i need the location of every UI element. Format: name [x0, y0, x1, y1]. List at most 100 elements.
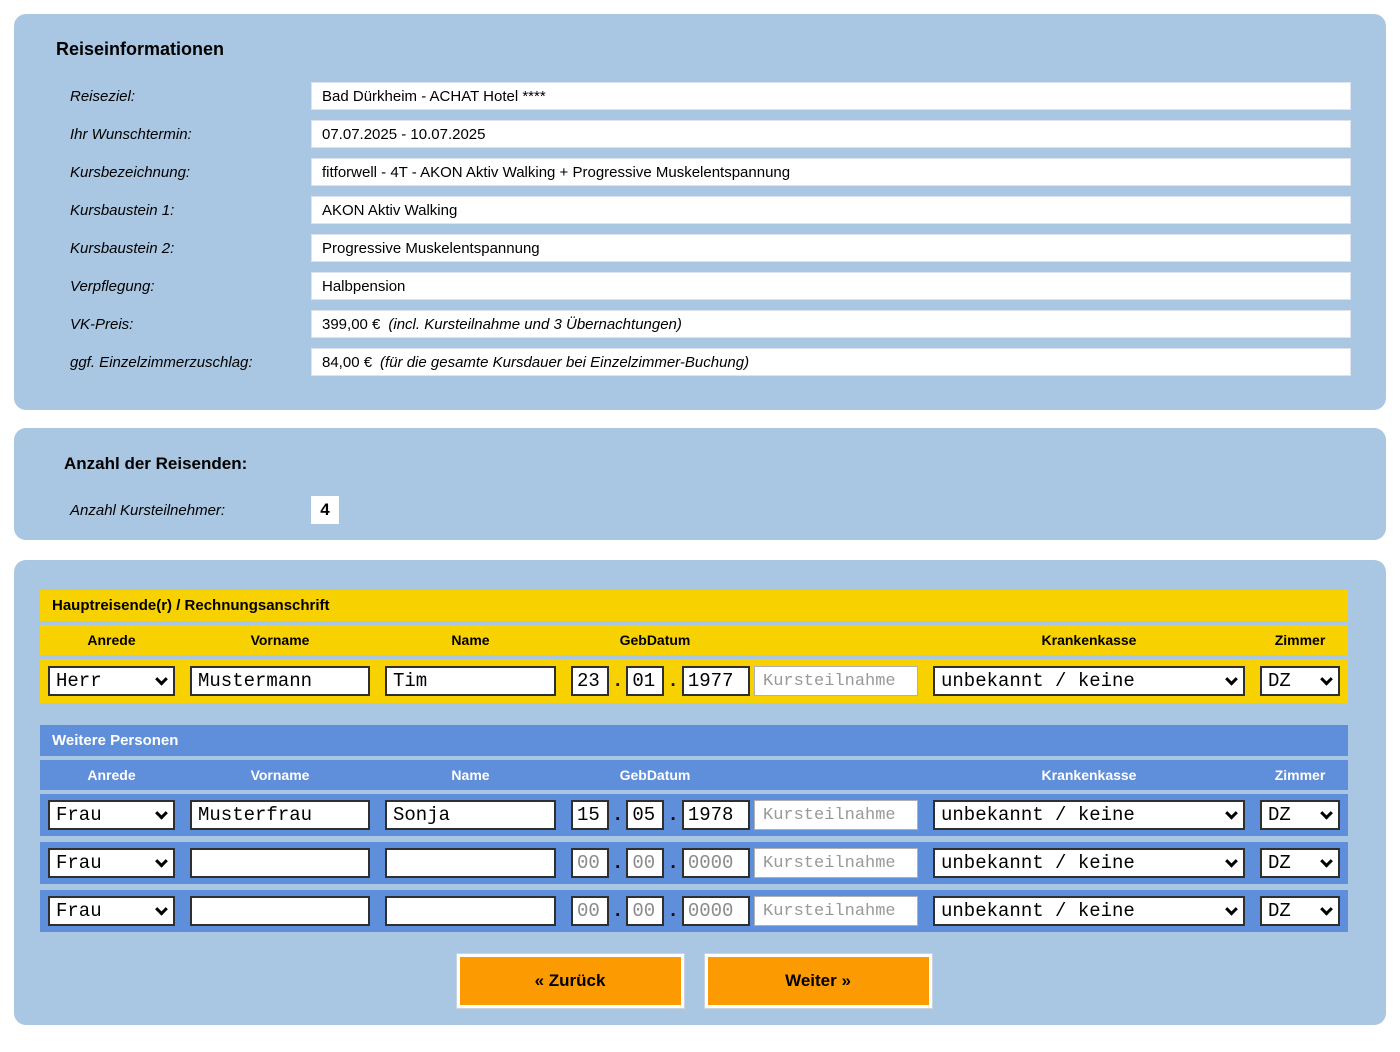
main-traveler-header-row: Anrede Vorname Name GebDatum Krankenkass… [40, 625, 1348, 655]
date-separator: . [667, 852, 678, 874]
kursteilnahme-input[interactable] [754, 800, 918, 830]
col-header-krankenkasse: Krankenkasse [933, 632, 1245, 648]
date-separator: . [612, 900, 623, 922]
field-value-text: 84,00 € [322, 354, 372, 371]
travelers-count-value: 4 [311, 496, 339, 524]
anrede-select-wrap: Herr [48, 666, 175, 696]
field-value-text: Bad Dürkheim - ACHAT Hotel **** [322, 88, 546, 105]
field-row-einzelzimmerzuschlag: ggf. Einzelzimmerzuschlag: 84,00 € (für d… [70, 348, 1351, 376]
zimmer-select-wrap: DZ [1260, 848, 1340, 878]
geb-jahr-input[interactable] [682, 800, 750, 830]
col-header-name: Name [385, 632, 556, 648]
vorname-input[interactable] [190, 896, 370, 926]
other-travelers-section-title: Weitere Personen [40, 725, 1348, 756]
field-value: 07.07.2025 - 10.07.2025 [311, 120, 1351, 148]
geb-tag-input[interactable] [571, 848, 609, 878]
geb-monat-input[interactable] [626, 896, 664, 926]
field-value-note: (für die gesamte Kursdauer bei Einzelzim… [380, 354, 749, 371]
zimmer-select[interactable]: DZ [1260, 800, 1340, 830]
zimmer-select[interactable]: DZ [1260, 896, 1340, 926]
geb-monat-input[interactable] [626, 800, 664, 830]
zimmer-select[interactable]: DZ [1260, 848, 1340, 878]
col-header-anrede: Anrede [48, 632, 175, 648]
field-label: Kursbaustein 2: [70, 240, 311, 257]
field-row-verpflegung: Verpflegung: Halbpension [70, 272, 1351, 300]
field-value-text: Progressive Muskelentspannung [322, 240, 540, 257]
zimmer-select-wrap: DZ [1260, 666, 1340, 696]
gebdatum-group: .. [571, 848, 739, 878]
field-label: Kursbaustein 1: [70, 202, 311, 219]
kursteilnahme-input[interactable] [754, 666, 918, 696]
field-label: Reiseziel: [70, 88, 311, 105]
name-input[interactable] [385, 800, 556, 830]
main-traveler-row: Herr .. unbekannt / keine DZ [40, 659, 1348, 703]
field-value-text: 399,00 € [322, 316, 380, 333]
field-value-text: AKON Aktiv Walking [322, 202, 457, 219]
krankenkasse-select-wrap: unbekannt / keine [933, 800, 1245, 830]
krankenkasse-select-wrap: unbekannt / keine [933, 848, 1245, 878]
field-row-kursbezeichnung: Kursbezeichnung: fitforwell - 4T - AKON … [70, 158, 1351, 186]
anrede-select-wrap: Frau [48, 800, 175, 830]
travelers-count-row: Anzahl Kursteilnehmer: 4 [70, 496, 1386, 524]
geb-tag-input[interactable] [571, 896, 609, 926]
field-value-note: (incl. Kursteilnahme und 3 Übernachtunge… [388, 316, 682, 333]
col-header-zimmer: Zimmer [1260, 632, 1340, 648]
kursteilnahme-input[interactable] [754, 848, 918, 878]
date-separator: . [667, 670, 678, 692]
field-row-wunschtermin: Ihr Wunschtermin: 07.07.2025 - 10.07.202… [70, 120, 1351, 148]
date-separator: . [612, 670, 623, 692]
kursteilnahme-input[interactable] [754, 896, 918, 926]
date-separator: . [612, 804, 623, 826]
geb-jahr-input[interactable] [682, 848, 750, 878]
name-input[interactable] [385, 896, 556, 926]
gebdatum-group: .. [571, 800, 739, 830]
vorname-input[interactable] [190, 666, 370, 696]
gebdatum-group: .. [571, 896, 739, 926]
other-travelers-section: Weitere Personen Anrede Vorname Name Geb… [40, 725, 1348, 932]
geb-tag-input[interactable] [571, 800, 609, 830]
anrede-select[interactable]: Frau [48, 896, 175, 926]
travelers-count-panel: Anzahl der Reisenden: Anzahl Kursteilneh… [14, 428, 1386, 540]
geb-jahr-input[interactable] [682, 896, 750, 926]
anrede-select[interactable]: Frau [48, 848, 175, 878]
trip-info-fields: Reiseziel: Bad Dürkheim - ACHAT Hotel **… [14, 82, 1386, 376]
back-button[interactable]: « Zurück [457, 954, 684, 1008]
anrede-select[interactable]: Frau [48, 800, 175, 830]
field-value: Halbpension [311, 272, 1351, 300]
krankenkasse-select[interactable]: unbekannt / keine [933, 896, 1245, 926]
krankenkasse-select[interactable]: unbekannt / keine [933, 848, 1245, 878]
field-value: fitforwell - 4T - AKON Aktiv Walking + P… [311, 158, 1351, 186]
anrede-select[interactable]: Herr [48, 666, 175, 696]
date-separator: . [667, 804, 678, 826]
krankenkasse-select-wrap: unbekannt / keine [933, 896, 1245, 926]
other-traveler-row: Frau .. unbekannt / keine DZ [40, 794, 1348, 836]
name-input[interactable] [385, 666, 556, 696]
zimmer-select-wrap: DZ [1260, 800, 1340, 830]
geb-monat-input[interactable] [626, 666, 664, 696]
other-travelers-header-row: Anrede Vorname Name GebDatum Krankenkass… [40, 760, 1348, 790]
field-value: 84,00 € (für die gesamte Kursdauer bei Ei… [311, 348, 1351, 376]
field-value-text: Halbpension [322, 278, 405, 295]
vorname-input[interactable] [190, 800, 370, 830]
trip-info-panel: Reiseinformationen Reiseziel: Bad Dürkhe… [14, 14, 1386, 410]
krankenkasse-select[interactable]: unbekannt / keine [933, 666, 1245, 696]
field-label: ggf. Einzelzimmerzuschlag: [70, 354, 311, 371]
zimmer-select[interactable]: DZ [1260, 666, 1340, 696]
button-bar: « Zurück Weiter » [40, 954, 1348, 1008]
geb-monat-input[interactable] [626, 848, 664, 878]
other-traveler-row: Frau .. unbekannt / keine DZ [40, 890, 1348, 932]
geb-jahr-input[interactable] [682, 666, 750, 696]
vorname-input[interactable] [190, 848, 370, 878]
date-separator: . [667, 900, 678, 922]
col-header-gebdatum: GebDatum [571, 632, 739, 648]
col-header-gebdatum: GebDatum [571, 767, 739, 783]
field-label: Kursbezeichnung: [70, 164, 311, 181]
main-traveler-section-title: Hauptreisende(r) / Rechnungsanschrift [40, 590, 1348, 621]
anrede-select-wrap: Frau [48, 848, 175, 878]
krankenkasse-select-wrap: unbekannt / keine [933, 666, 1245, 696]
name-input[interactable] [385, 848, 556, 878]
next-button[interactable]: Weiter » [705, 954, 932, 1008]
geb-tag-input[interactable] [571, 666, 609, 696]
field-value-text: fitforwell - 4T - AKON Aktiv Walking + P… [322, 164, 790, 181]
krankenkasse-select[interactable]: unbekannt / keine [933, 800, 1245, 830]
